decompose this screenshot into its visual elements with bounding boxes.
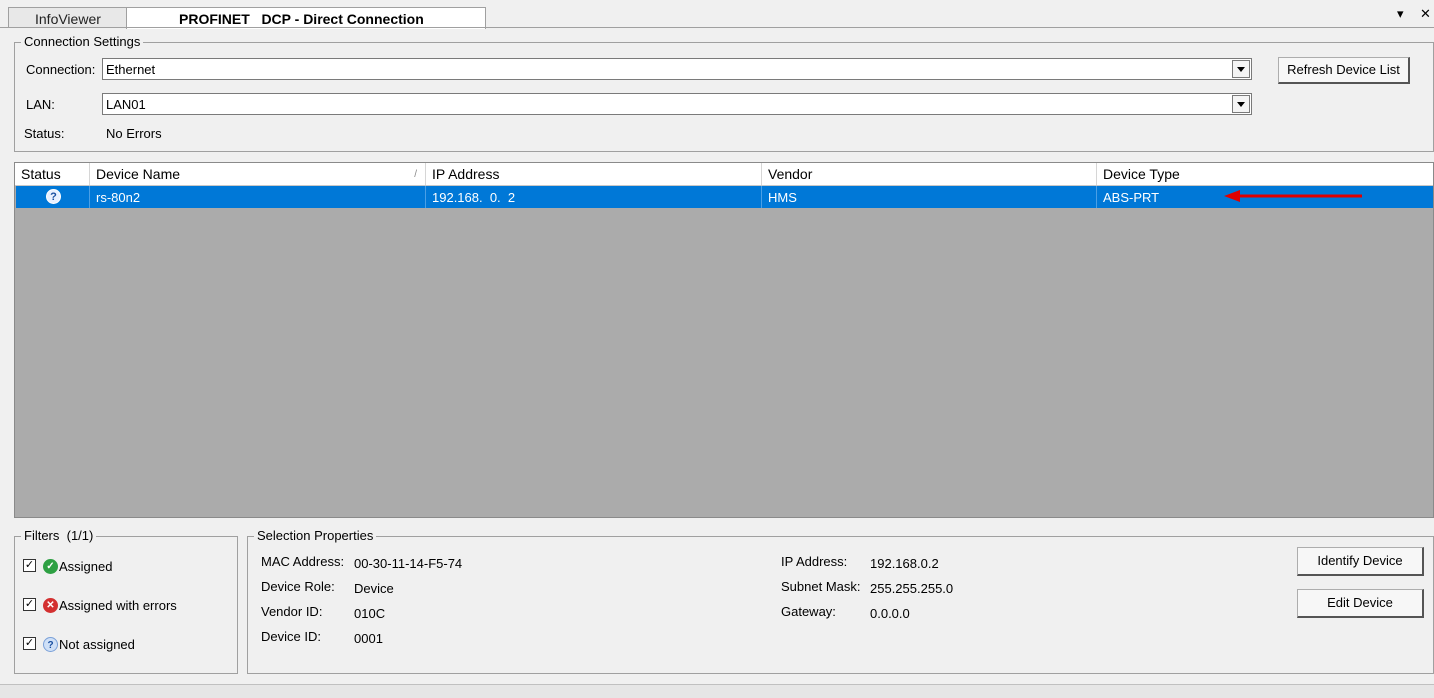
ip-address-label: IP Address: [781,554,848,569]
device-table: Status Device Name / IP Address Vendor D… [14,162,1434,518]
gateway-value: 0.0.0.0 [870,606,910,621]
tab-strip: InfoViewer PROFINET DCP - Direct Connect… [0,0,1434,29]
filter-not-assigned-checkbox[interactable]: ✓ [23,637,36,650]
status-label: Status: [24,126,65,141]
column-device-type[interactable]: Device Type [1097,163,1433,185]
device-id-value: 0001 [354,631,383,646]
status-bar [0,684,1434,698]
vendor-id-value: 010C [354,606,386,621]
tab-infoviewer[interactable]: InfoViewer [8,7,132,28]
sort-indicator-icon: / [414,169,417,180]
filter-assigned-errors-label: Assigned with errors [59,598,177,613]
filters-title: Filters (1/1) [21,528,97,543]
close-icon[interactable]: ✕ [1420,6,1431,22]
filter-assigned-label: Assigned [59,559,113,574]
cell-status: ? [16,186,90,208]
lan-select[interactable]: LAN01 [102,93,1252,115]
question-icon: ? [46,189,61,204]
connection-value: Ethernet [106,62,156,77]
cell-vendor: HMS [762,186,1097,208]
ip-address-value: 192.168.0.2 [870,556,939,571]
filter-assigned-checkbox[interactable]: ✓ [23,559,36,572]
subnet-mask-label: Subnet Mask: [781,579,861,594]
mac-address-label: MAC Address: [261,554,345,569]
column-ip-address[interactable]: IP Address [426,163,762,185]
red-x-icon: ✕ [43,598,58,613]
refresh-device-list-button[interactable]: Refresh Device List [1278,57,1410,84]
table-row[interactable]: ? rs-80n2 192.168. 0. 2 HMS ABS-PRT [16,186,1433,208]
identify-device-button[interactable]: Identify Device [1297,547,1424,576]
lan-value: LAN01 [106,97,146,112]
device-id-label: Device ID: [261,629,321,644]
table-header: Status Device Name / IP Address Vendor D… [15,163,1433,186]
green-check-icon: ✓ [43,559,58,574]
filter-assigned-errors-checkbox[interactable]: ✓ [23,598,36,611]
device-role-value: Device [354,581,394,596]
cell-ip-address: 192.168. 0. 2 [426,186,762,208]
tab-dropdown-icon[interactable]: ▾ [1397,6,1404,22]
cell-device-name: rs-80n2 [90,186,426,208]
chevron-down-icon[interactable] [1232,95,1250,113]
question-icon: ? [43,637,58,652]
column-vendor[interactable]: Vendor [762,163,1097,185]
vendor-id-label: Vendor ID: [261,604,323,619]
column-device-name-label: Device Name [96,166,181,182]
column-device-name[interactable]: Device Name / [90,163,426,185]
gateway-label: Gateway: [781,604,836,619]
subnet-mask-value: 255.255.255.0 [870,581,954,596]
filter-not-assigned-label: Not assigned [59,637,135,652]
mac-address-value: 00-30-11-14-F5-74 [354,556,463,571]
status-value: No Errors [106,126,162,141]
connection-label: Connection: [26,62,96,77]
tab-profinet-dcp[interactable]: PROFINET DCP - Direct Connection [126,7,486,29]
tab-divider [0,27,1434,28]
chevron-down-icon[interactable] [1232,60,1250,78]
edit-device-button[interactable]: Edit Device [1297,589,1424,618]
red-arrow-icon [1224,190,1362,202]
connection-settings-title: Connection Settings [21,34,144,49]
connection-select[interactable]: Ethernet [102,58,1252,80]
device-role-label: Device Role: [261,579,335,594]
column-status[interactable]: Status [15,163,90,185]
lan-label: LAN: [26,97,55,112]
selection-properties-title: Selection Properties [254,528,377,543]
